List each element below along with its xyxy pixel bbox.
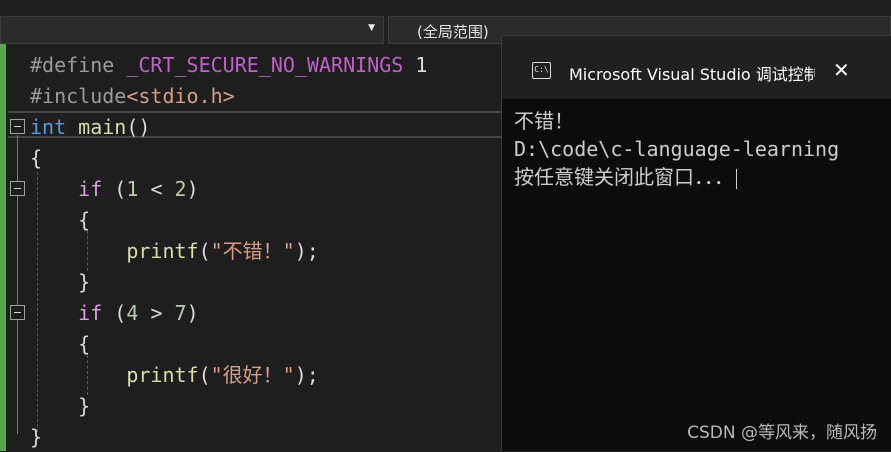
- console-title: Microsoft Visual Studio 调试控制台: [569, 65, 815, 84]
- fold-toggle-if-2[interactable]: [10, 305, 25, 320]
- console-app-icon: C:\: [532, 62, 551, 79]
- code-line-7[interactable]: printf("不错！");: [30, 236, 318, 266]
- fold-toggle-if-1[interactable]: [10, 181, 25, 196]
- watermark: CSDN @等风来，随风扬: [687, 423, 877, 443]
- text-cursor: [736, 168, 737, 189]
- code-line-11[interactable]: printf("很好！");: [30, 360, 318, 390]
- console-output-line-1: 不错！: [514, 109, 574, 133]
- change-indicator-bar: [0, 44, 6, 451]
- code-line-3[interactable]: int main(): [30, 112, 150, 142]
- file-scope-dropdown[interactable]: ▼: [0, 16, 384, 44]
- code-line-8[interactable]: }: [30, 267, 90, 297]
- dropdown-arrow-icon[interactable]: ▼: [368, 23, 375, 33]
- fold-toggle-main[interactable]: [10, 119, 25, 134]
- console-title-bar[interactable]: C:\ Microsoft Visual Studio 调试控制台 ✕: [502, 36, 891, 99]
- code-line-9[interactable]: if (4 > 7): [30, 298, 198, 328]
- code-line-6[interactable]: {: [30, 205, 90, 235]
- code-line-10[interactable]: {: [30, 329, 90, 359]
- scope-label: (全局范围): [417, 23, 489, 41]
- code-line-1[interactable]: #define _CRT_SECURE_NO_WARNINGS 1: [30, 50, 427, 80]
- code-line-2[interactable]: #include<stdio.h>: [30, 81, 235, 111]
- code-line-12[interactable]: }: [30, 391, 90, 421]
- code-line-5[interactable]: if (1 < 2): [30, 174, 198, 204]
- code-line-4[interactable]: {: [30, 143, 42, 173]
- code-line-13[interactable]: }: [30, 422, 42, 452]
- fold-line-main: [17, 135, 18, 434]
- debug-console-window[interactable]: C:\ Microsoft Visual Studio 调试控制台 ✕ 不错！ …: [501, 35, 891, 451]
- console-output-line-3: 按任意键关闭此窗口．．．: [514, 163, 891, 191]
- close-icon[interactable]: ✕: [833, 58, 850, 82]
- console-output-line-2: D:\code\c-language-learning: [514, 137, 840, 161]
